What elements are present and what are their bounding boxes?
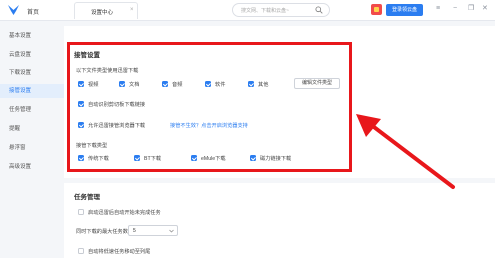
- sidebar-item-advanced[interactable]: 高级设置: [0, 160, 64, 174]
- chevron-down-icon: [169, 229, 174, 233]
- auto-move-label: 自动将低速任务移动至列尾: [88, 249, 151, 255]
- search-input[interactable]: 搜文网、下载和云盘~: [232, 3, 330, 17]
- home-link[interactable]: 首页: [27, 7, 39, 16]
- highlight-box: [67, 42, 352, 172]
- tasks-title: 任务管理: [74, 194, 100, 201]
- top-bar: 首页 设置中心 × 搜文网、下载和云盘~ 登录领云盘 ≡ − ❐ ✕: [0, 0, 495, 21]
- auto-start-checkbox[interactable]: [78, 209, 84, 215]
- login-button[interactable]: 登录领云盘: [386, 4, 423, 16]
- minimize-icon[interactable]: −: [453, 4, 457, 14]
- settings-sidebar: 基本设置 云盘设置 下载设置 接管设置 任务管理 提醒 悬浮窗 高级设置: [0, 21, 64, 258]
- xunlei-logo-icon[interactable]: [7, 4, 20, 16]
- sidebar-item-takeover[interactable]: 接管设置: [0, 84, 64, 98]
- annotation-arrow-icon: [356, 114, 455, 189]
- sidebar-item-tasks[interactable]: 任务管理: [0, 103, 64, 117]
- max-tasks-value: 5: [133, 228, 136, 234]
- max-tasks-label: 同时下载的最大任务数: [76, 229, 128, 235]
- search-placeholder: 搜文网、下载和云盘~: [241, 8, 289, 14]
- max-tasks-select[interactable]: 5: [128, 225, 178, 236]
- restore-icon[interactable]: ❐: [468, 4, 474, 14]
- auto-start-label: 启动迅雷后自动开始未完成任务: [88, 210, 161, 216]
- section-divider: [64, 21, 495, 26]
- auto-move-checkbox[interactable]: [78, 248, 84, 254]
- tab-close-button[interactable]: ×: [130, 7, 134, 13]
- search-icon[interactable]: [315, 6, 323, 14]
- tab-settings-center[interactable]: 设置中心 ×: [74, 2, 138, 19]
- sidebar-item-reminder[interactable]: 提醒: [0, 122, 64, 136]
- sidebar-item-cloud[interactable]: 云盘设置: [0, 48, 64, 62]
- vip-icon[interactable]: [371, 4, 382, 15]
- tab-settings-center-label: 设置中心: [91, 10, 114, 16]
- menu-icon[interactable]: ≡: [436, 4, 440, 14]
- sidebar-item-download[interactable]: 下载设置: [0, 66, 64, 80]
- sidebar-item-basic[interactable]: 基本设置: [0, 29, 64, 43]
- close-window-icon[interactable]: ✕: [482, 4, 488, 14]
- sidebar-item-floating[interactable]: 悬浮窗: [0, 141, 64, 155]
